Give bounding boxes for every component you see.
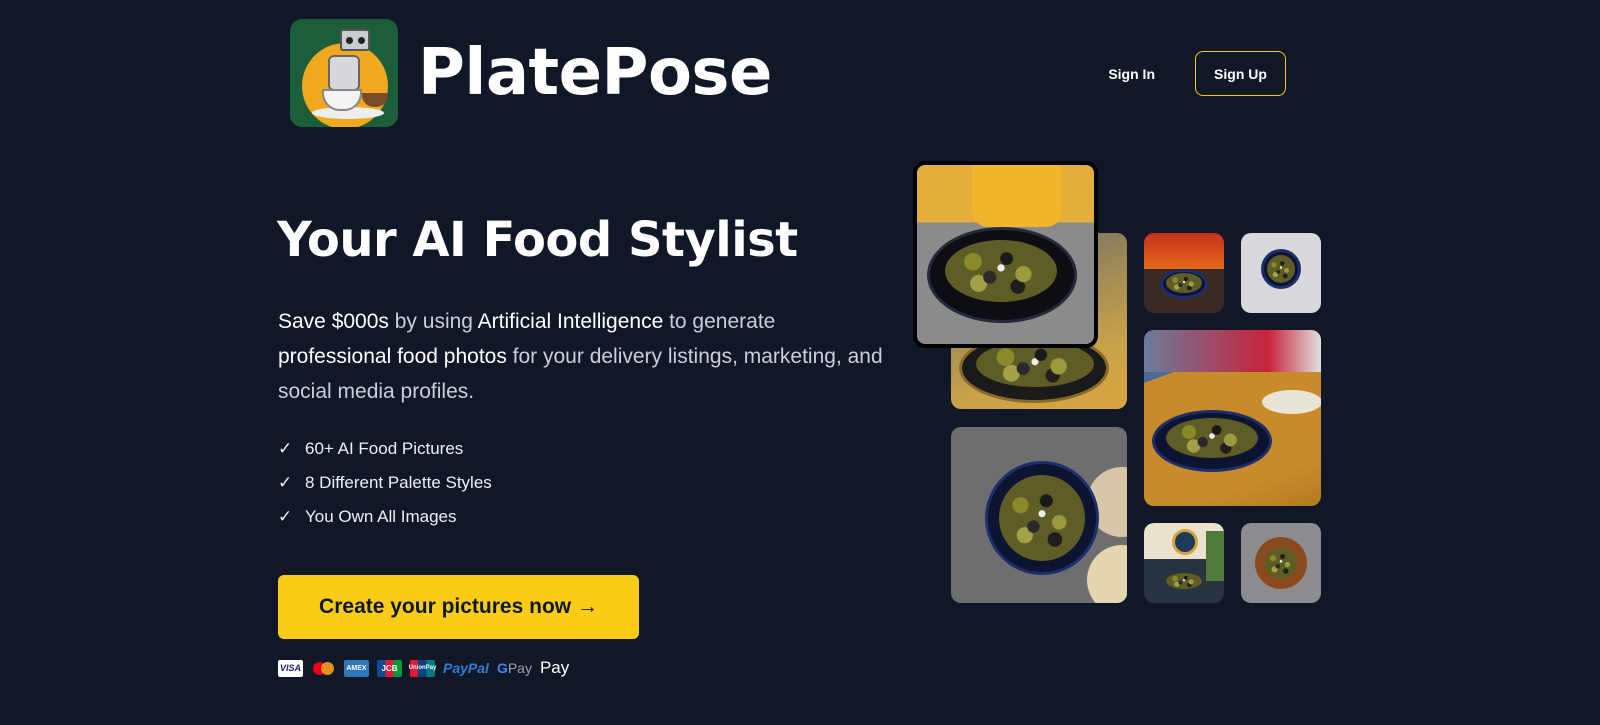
payment-methods: VISA AMEX JCB UnionPay PayPal G Pay Pay <box>278 658 577 678</box>
feature-list: ✓ 60+ AI Food Pictures ✓ 8 Different Palet… <box>278 432 492 534</box>
brand-logo-link[interactable]: PlatePose <box>290 19 772 127</box>
feature-label: 8 Different Palette Styles <box>305 473 492 492</box>
sign-up-button[interactable]: Sign Up <box>1195 51 1286 96</box>
jcb-icon: JCB <box>377 659 402 677</box>
food-photo <box>1144 233 1224 313</box>
unionpay-icon: UnionPay <box>409 659 436 677</box>
checkmark-icon: ✓ <box>278 507 293 526</box>
checkmark-icon: ✓ <box>278 439 293 458</box>
food-photo <box>1241 233 1321 313</box>
top-nav: Sign In Sign Up <box>1108 51 1286 96</box>
checkmark-icon: ✓ <box>278 473 293 492</box>
apple-pay-icon: Pay <box>539 658 570 677</box>
paypal-icon: PayPal <box>443 660 489 676</box>
food-photo <box>1144 523 1224 603</box>
brand-name: PlatePose <box>418 36 772 110</box>
robot-chef-logo-icon <box>290 19 398 127</box>
mastercard-icon <box>311 660 336 677</box>
list-item: ✓ You Own All Images <box>278 500 492 534</box>
list-item: ✓ 8 Different Palette Styles <box>278 466 492 500</box>
food-photo <box>951 427 1127 603</box>
hero-description: Save $000s by using Artificial Intellige… <box>278 310 883 403</box>
food-photo <box>1241 523 1321 603</box>
list-item: ✓ 60+ AI Food Pictures <box>278 432 492 466</box>
create-pictures-button[interactable]: Create your pictures now → <box>278 575 639 639</box>
sign-in-link[interactable]: Sign In <box>1108 66 1155 82</box>
feature-label: 60+ AI Food Pictures <box>305 439 464 458</box>
visa-icon: VISA <box>278 659 303 677</box>
feature-label: You Own All Images <box>305 507 457 526</box>
food-photo <box>1144 330 1321 506</box>
featured-food-photo <box>913 161 1098 348</box>
hero-title: Your AI Food Stylist <box>277 212 798 268</box>
amex-icon: AMEX <box>344 659 369 677</box>
google-pay-icon: G Pay <box>496 660 532 676</box>
